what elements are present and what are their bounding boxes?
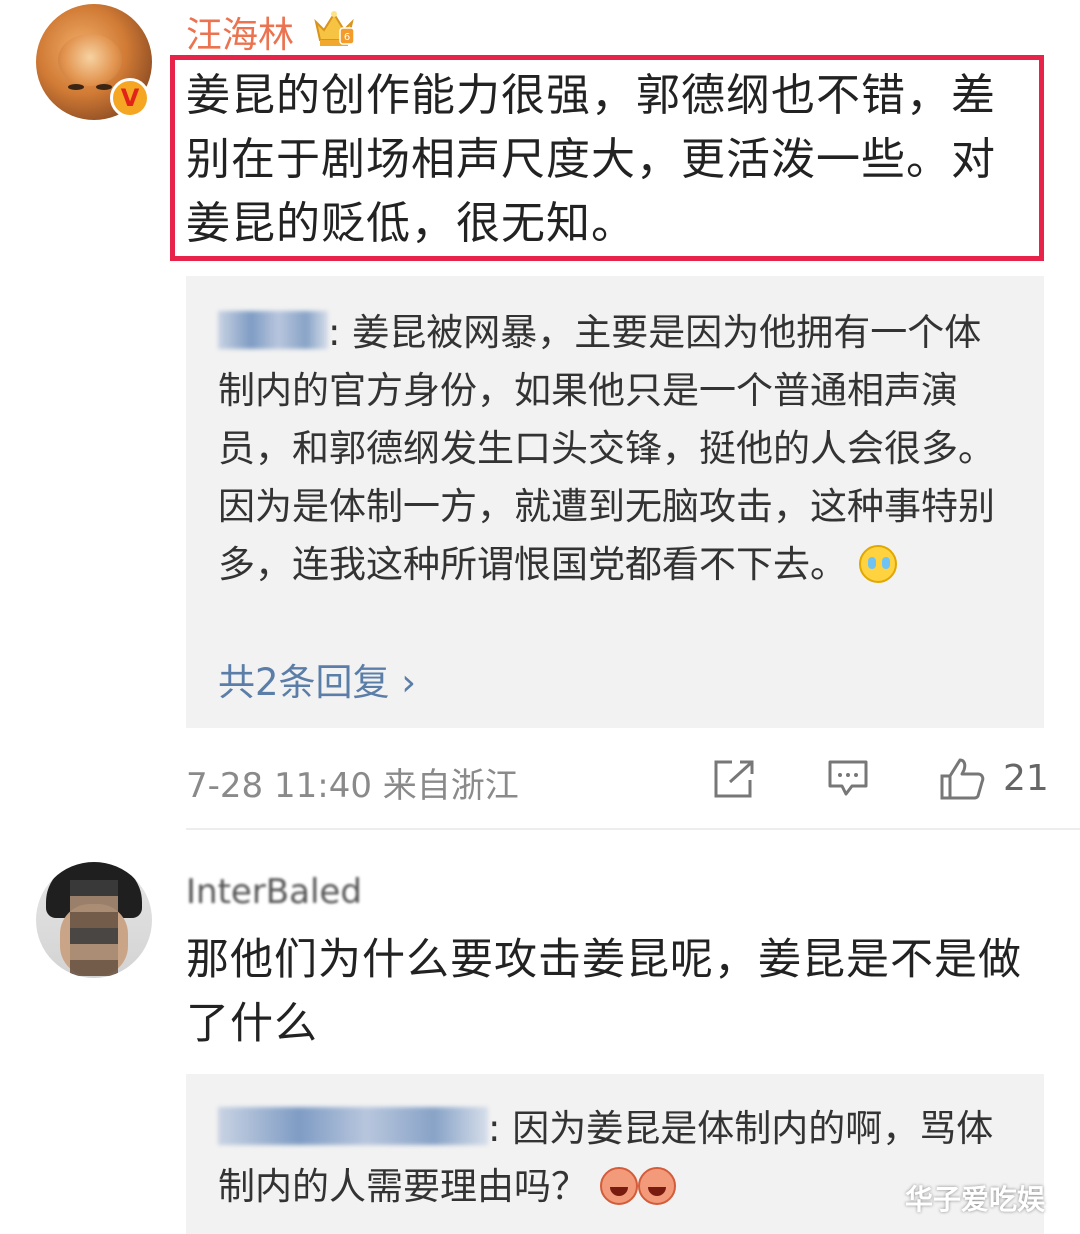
view-replies-link[interactable]: 共2条回复 › xyxy=(218,652,416,706)
comment-text: 那他们为什么要攻击姜昆呢，姜昆是不是做了什么 xyxy=(186,935,1022,1049)
username[interactable]: InterBaled xyxy=(186,872,362,906)
share-icon[interactable] xyxy=(712,758,756,800)
grin-emoji-icon xyxy=(599,1167,638,1205)
reply-item: : 因为姜昆是体制内的啊，骂体制内的人需要理由吗？ xyxy=(218,1100,1008,1216)
comment-meta: 7-28 11:40 来自浙江 xyxy=(186,758,519,807)
svg-text:6: 6 xyxy=(344,32,350,43)
vip-crown-icon: 6 xyxy=(314,11,355,46)
avatar-mosaic xyxy=(70,880,118,976)
laugh-cry-emoji-icon xyxy=(858,545,897,583)
like-count: 21 xyxy=(1003,758,1049,799)
avatar-face xyxy=(58,34,122,90)
comment-text: 姜昆的创作能力很强，郭德纲也不错，差别在于剧场相声尺度大，更活泼一些。对姜昆的贬… xyxy=(186,70,996,249)
avatar-eye xyxy=(96,84,112,90)
like-icon[interactable] xyxy=(938,756,986,802)
username[interactable]: 汪海林 xyxy=(186,6,294,58)
location: 来自浙江 xyxy=(382,766,519,806)
reply-author-blurred[interactable] xyxy=(218,311,328,349)
avatar[interactable] xyxy=(36,862,152,978)
grin-emoji-icon xyxy=(637,1167,676,1205)
verified-badge-icon: V xyxy=(110,78,150,118)
timestamp: 7-28 11:40 xyxy=(186,766,372,806)
reply-author-blurred[interactable] xyxy=(218,1107,488,1145)
watermark: 华子爱吃娱 xyxy=(905,1183,1046,1216)
reply-item: : 姜昆被网暴，主要是因为他拥有一个体制内的官方身份，如果他只是一个普通相声演员… xyxy=(218,304,1008,594)
avatar-eye xyxy=(68,84,84,90)
reply-thread[interactable]: : 姜昆被网暴，主要是因为他拥有一个体制内的官方身份，如果他只是一个普通相声演员… xyxy=(186,276,1044,728)
divider xyxy=(186,828,1080,830)
comment-icon[interactable] xyxy=(826,758,870,800)
